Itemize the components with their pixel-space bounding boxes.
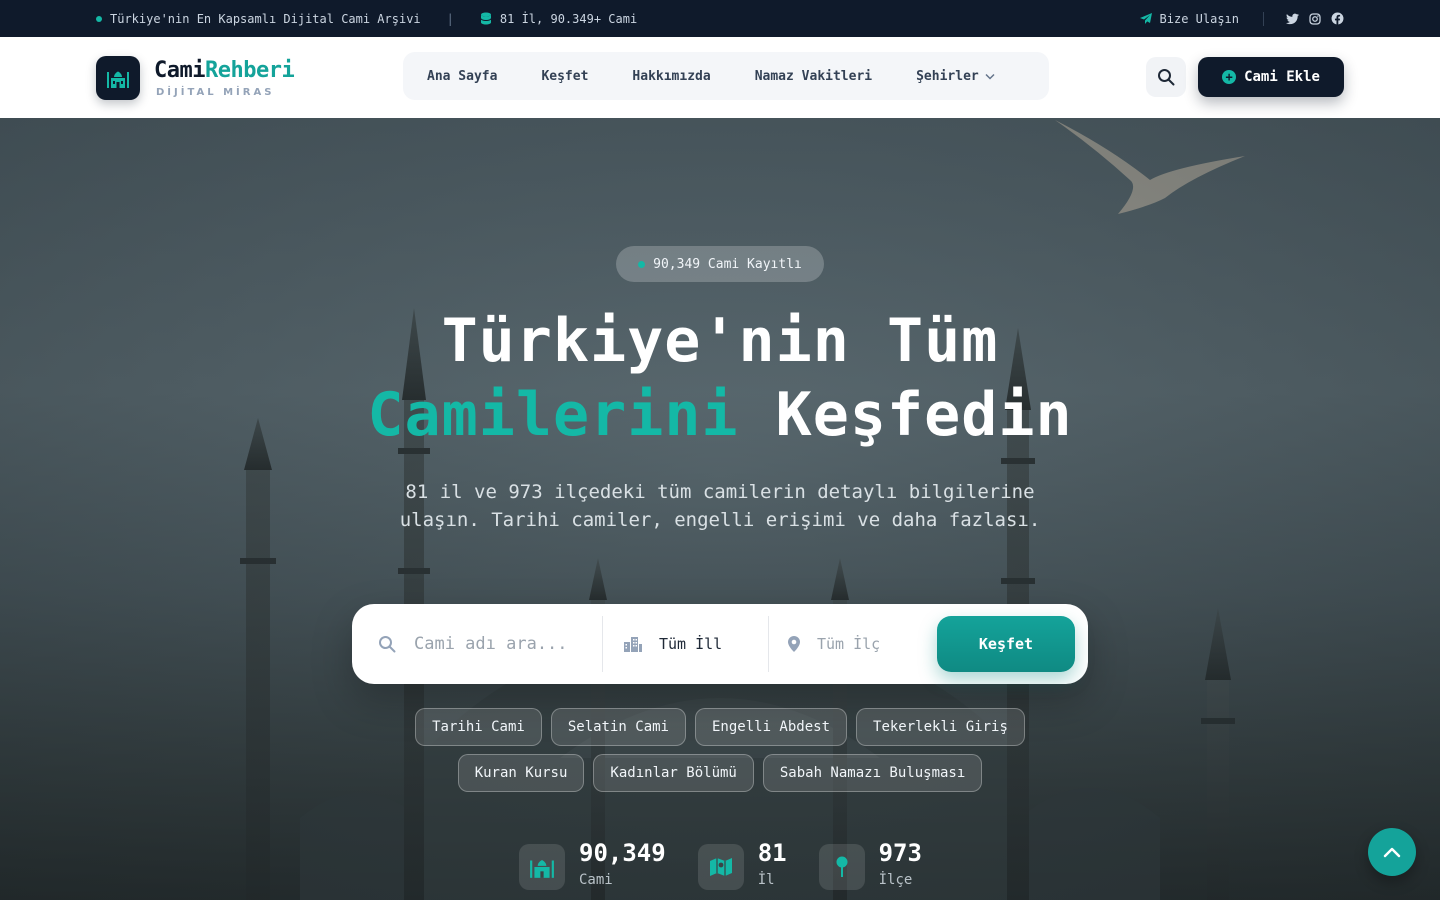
mosque-icon — [530, 859, 554, 878]
plus-circle-icon: + — [1222, 70, 1237, 84]
stat-value: 973 — [878, 839, 922, 867]
topbar-divider — [1263, 11, 1264, 26]
map-pin-icon — [788, 636, 800, 652]
logo-badge — [96, 55, 140, 100]
map-icon — [709, 858, 732, 876]
facebook-icon[interactable] — [1331, 12, 1344, 25]
stat-value: 81 — [757, 839, 787, 867]
logo-title-main: Cami — [154, 57, 205, 83]
quick-filter-row-1: Tarihi Cami Selatin Cami Engelli Abdest … — [0, 708, 1440, 746]
filter-tag[interactable]: Selatin Cami — [550, 708, 686, 746]
contact-label: Bize Ulaşın — [1159, 11, 1239, 26]
hero-title-line2: Camilerini Keşfedin — [0, 378, 1440, 452]
contact-link[interactable]: Bize Ulaşın — [1139, 12, 1239, 26]
mosque-name-search-field[interactable]: Cami adı ara... — [352, 616, 603, 672]
filter-tag[interactable]: Kuran Kursu — [457, 754, 585, 792]
district-placeholder: Tüm İlçeler — [817, 635, 879, 653]
hero-title-rest: Keşfedin — [738, 380, 1073, 450]
stat-icon-box — [519, 844, 565, 890]
explore-search-button[interactable]: Keşfet — [937, 616, 1075, 672]
instagram-icon[interactable] — [1309, 12, 1321, 25]
nav-home[interactable]: Ana Sayfa — [427, 69, 497, 84]
hero-title-line1: Türkiye'nin Tüm — [441, 306, 999, 376]
hero-description: 81 il ve 973 ilçedeki tüm camilerin deta… — [399, 481, 1041, 531]
filter-tag[interactable]: Sabah Namazı Buluşması — [762, 754, 983, 792]
topbar-separator: | — [446, 11, 454, 26]
pin-icon — [836, 856, 848, 877]
mosque-name-placeholder: Cami adı ara... — [414, 634, 568, 654]
logo[interactable]: CamiRehberi DİJİTAL MİRAS — [96, 55, 295, 100]
mosque-icon — [107, 71, 129, 88]
stat-label: Cami — [579, 872, 613, 888]
badge-dot — [638, 260, 646, 268]
badge-text: 90,349 Cami Kayıtlı — [653, 256, 802, 272]
stat-icon-box — [818, 844, 865, 890]
filter-tag[interactable]: Engelli Abdest — [695, 708, 848, 746]
twitter-icon[interactable] — [1286, 13, 1299, 25]
stat-provinces: 81 İl — [697, 838, 787, 890]
add-mosque-label: Cami Ekle — [1244, 69, 1320, 85]
status-dot — [96, 15, 102, 22]
nav-about[interactable]: Hakkımızda — [632, 69, 710, 84]
db-info: 81 İl, 90.349+ Cami — [499, 11, 638, 26]
province-select[interactable]: Tüm İller — [603, 616, 769, 672]
nav-cities[interactable]: Şehirler — [916, 69, 995, 84]
main-nav: Ana Sayfa Keşfet Hakkımızda Namaz Vakitl… — [403, 52, 1049, 100]
stat-mosques: 90,349 Cami — [519, 838, 666, 890]
stat-value: 90,349 — [579, 839, 666, 867]
nav-prayer-times[interactable]: Namaz Vakitleri — [755, 69, 872, 84]
district-select[interactable]: Tüm İlçeler — [769, 616, 937, 672]
hero-stats: 90,349 Cami 81 İl 973 İlçe — [519, 838, 922, 890]
search-icon — [379, 636, 396, 653]
logo-subtitle: DİJİTAL MİRAS — [156, 86, 275, 98]
header-search-button[interactable] — [1146, 57, 1186, 97]
main-header: CamiRehberi DİJİTAL MİRAS Ana Sayfa Keşf… — [0, 37, 1440, 118]
nav-explore[interactable]: Keşfet — [541, 69, 588, 84]
top-bar: Türkiye'nin En Kapsamlı Dijital Cami Arş… — [0, 0, 1440, 37]
hero-title: Türkiye'nin Tüm Camilerini Keşfedin — [0, 304, 1440, 452]
mosque-count-badge: 90,349 Cami Kayıtlı — [616, 246, 824, 282]
hero-search-bar: Cami adı ara... Tüm İller Tüm İlçeler Ke… — [352, 604, 1088, 684]
stat-icon-box — [697, 844, 744, 890]
logo-title: CamiRehberi — [154, 57, 295, 83]
filter-tag[interactable]: Kadınlar Bölümü — [593, 754, 754, 792]
logo-title-accent: Rehberi — [204, 57, 295, 83]
province-value: Tüm İller — [659, 635, 721, 653]
stat-label: İl — [757, 872, 775, 888]
add-mosque-button[interactable]: + Cami Ekle — [1198, 57, 1344, 97]
scroll-to-top-button[interactable] — [1368, 828, 1416, 876]
filter-tag[interactable]: Tekerlekli Giriş — [856, 708, 1025, 746]
hero-section: 90,349 Cami Kayıtlı Türkiye'nin Tüm Cami… — [0, 118, 1440, 900]
tagline: Türkiye'nin En Kapsamlı Dijital Cami Arş… — [110, 11, 421, 26]
chevron-up-icon — [1383, 847, 1401, 858]
quick-filter-row-2: Kuran Kursu Kadınlar Bölümü Sabah Namazı… — [0, 754, 1440, 792]
stat-districts: 973 İlçe — [818, 838, 922, 890]
database-icon — [480, 12, 492, 25]
city-buildings-icon — [624, 637, 642, 652]
hero-title-accent: Camilerini — [367, 380, 739, 450]
filter-tag[interactable]: Tarihi Cami — [415, 708, 542, 746]
nav-cities-label: Şehirler — [916, 68, 979, 84]
search-icon — [1158, 69, 1175, 86]
chevron-down-icon — [985, 73, 995, 80]
stat-label: İlçe — [878, 872, 913, 888]
paper-plane-icon — [1139, 13, 1152, 24]
